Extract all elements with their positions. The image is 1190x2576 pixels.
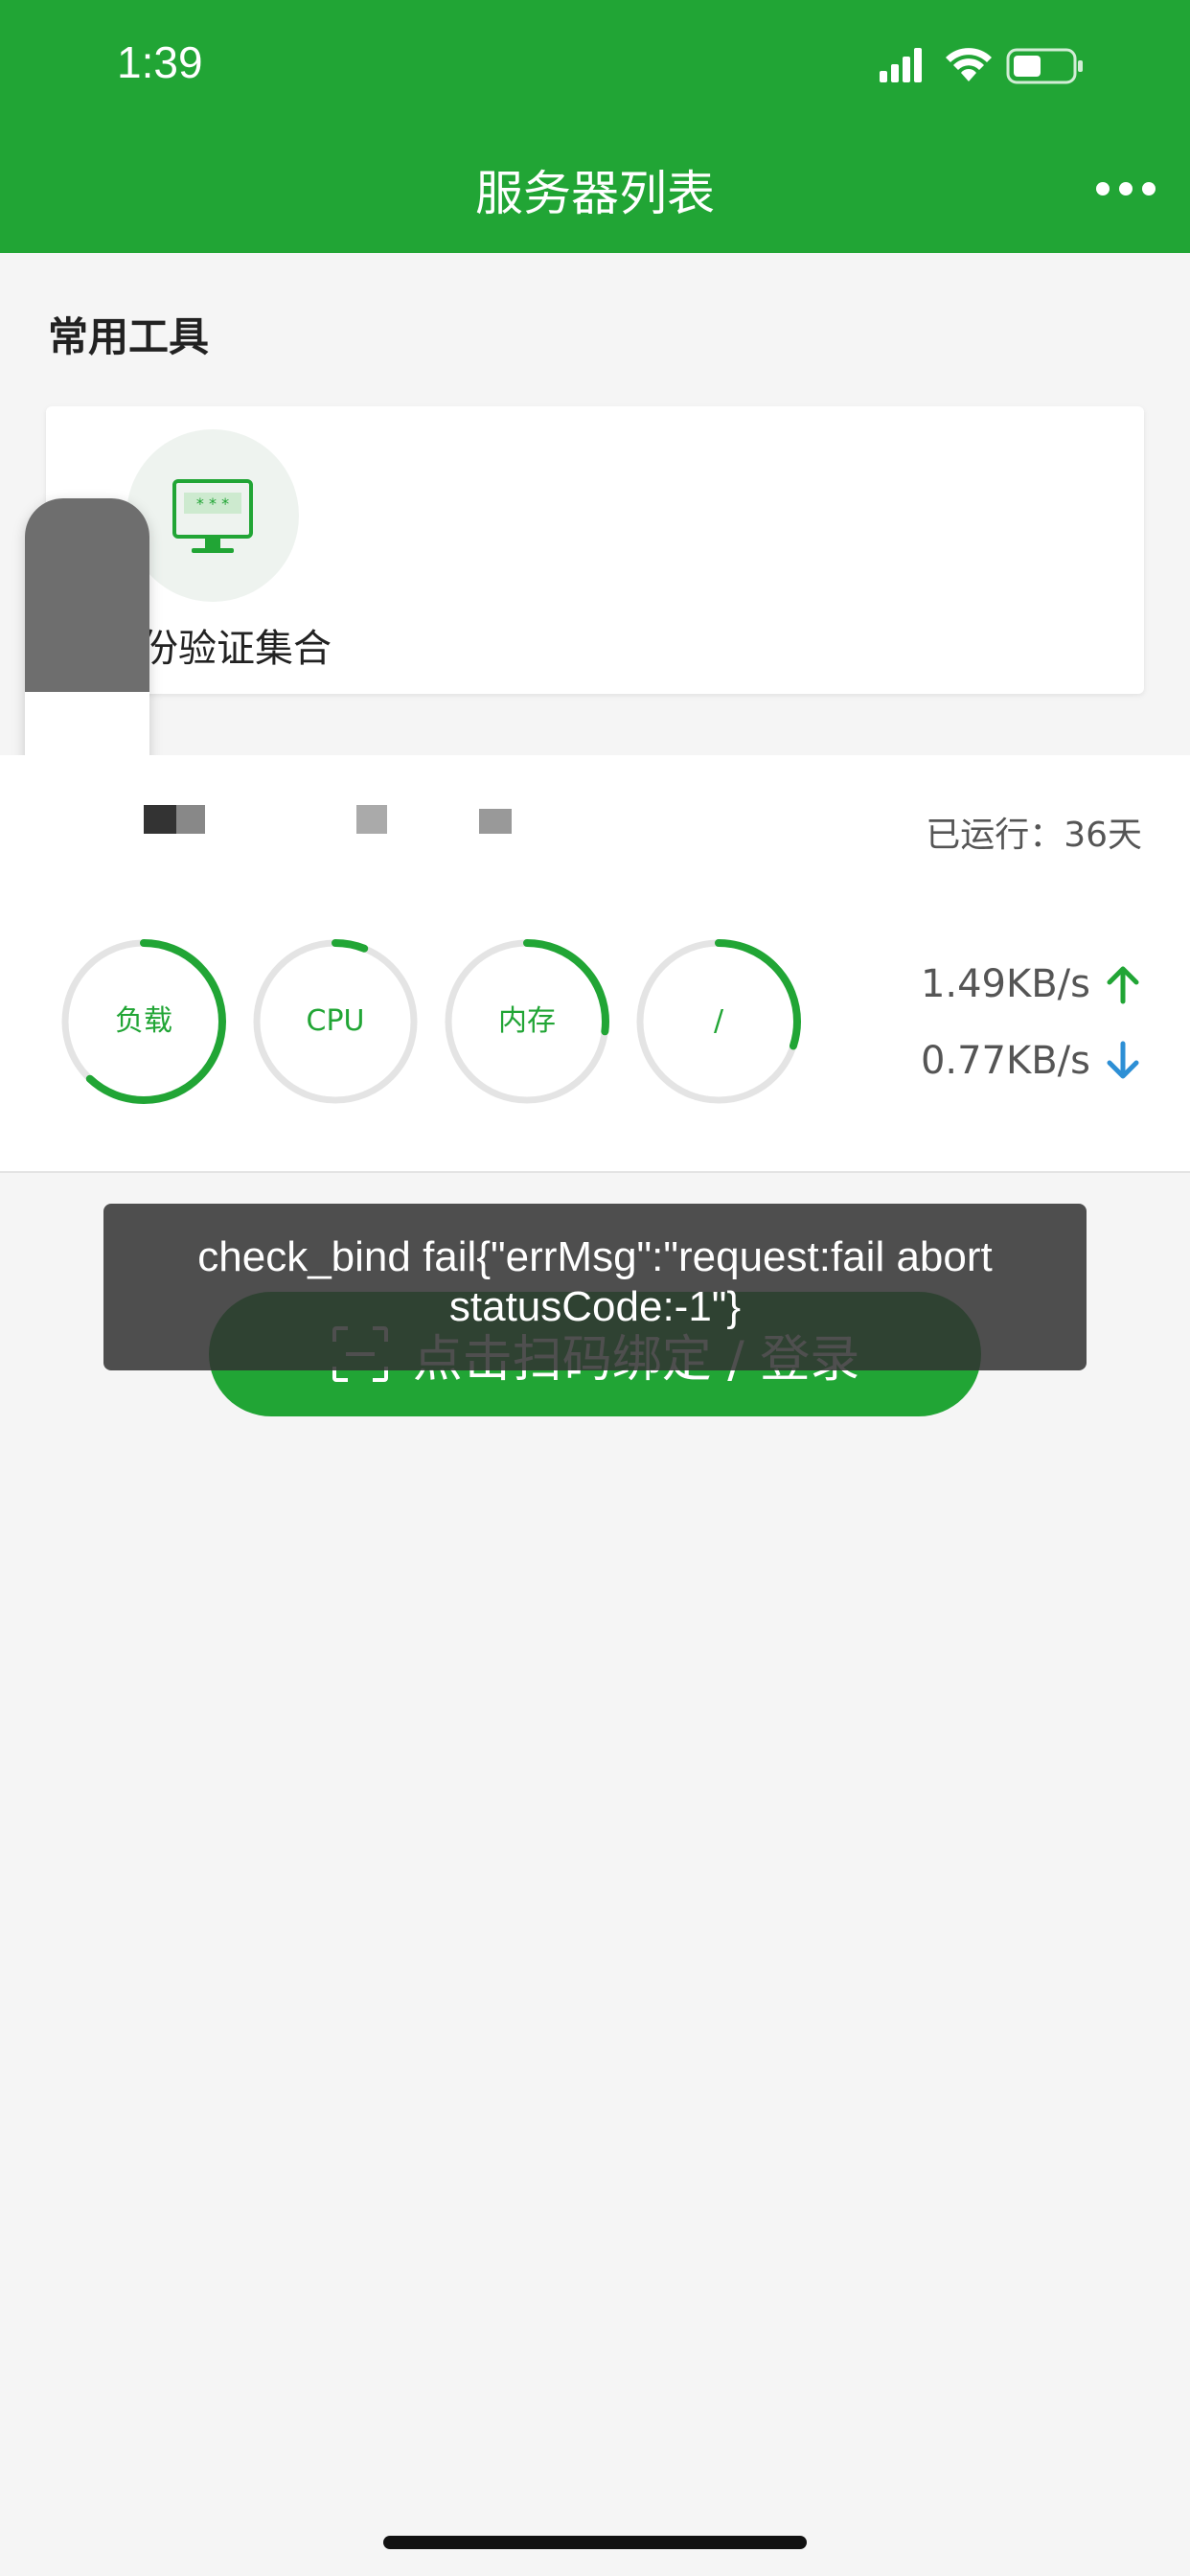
redacted-server-name [176,805,205,834]
gauge-memory-label: 内存 [498,1004,556,1038]
status-time: 1:39 [117,37,203,87]
tool-icon-badge: * * * [126,429,299,602]
page-title: 服务器列表 [475,166,715,221]
arrow-down-icon [1107,1041,1139,1079]
status-icons [880,48,1083,84]
redacted-server-name [144,805,176,834]
server-card[interactable]: 已运行：36天 负载 CPU 内存 / 1.49KB/s 0.77KB/s [0,755,1190,1173]
upload-speed-row: 1.49KB/s [921,962,1142,1006]
gauge-disk-label: / [713,1004,724,1038]
download-speed-row: 0.77KB/s [921,1039,1142,1083]
upload-speed: 1.49KB/s [920,962,1090,1006]
uptime-text: 已运行：36天 [926,816,1142,855]
more-dot-icon [1142,182,1156,196]
error-toast: check_bind fail{"errMsg":"request:fail a… [103,1204,1087,1370]
wifi-icon [946,48,992,81]
gauge-disk: / [634,937,803,1106]
gauge-memory: 内存 [443,937,611,1106]
monitor-password-icon: * * * [172,479,253,553]
nav-header: 1:39 服务器列表 [0,0,1190,253]
redacted-server-name [356,805,387,834]
section-title-tools: 常用工具 [48,313,210,360]
home-indicator[interactable] [383,2536,807,2549]
app-screen: 1:39 服务器列表 常用工具 * * * 份验证集合 已运行：36天 负载 C… [0,0,1190,2576]
gauge-load-label: 负载 [115,1004,172,1038]
tool-label: 份验证集合 [140,627,332,671]
more-dot-icon [1096,182,1110,196]
battery-icon [1006,48,1083,84]
volume-level-fill [25,498,149,692]
svg-text:* * *: * * * [196,494,229,513]
more-dot-icon [1119,182,1133,196]
gauge-cpu: CPU [251,937,420,1106]
cellular-signal-icon [880,48,922,82]
redacted-server-name [479,809,512,834]
arrow-up-icon [1107,966,1139,1004]
download-speed: 0.77KB/s [920,1039,1090,1083]
error-toast-message: check_bind fail{"errMsg":"request:fail a… [197,1233,993,1330]
more-menu-button[interactable] [1090,178,1157,201]
gauge-cpu-label: CPU [306,1004,365,1038]
gauge-load: 负载 [59,937,228,1106]
tool-card[interactable]: * * * 份验证集合 [46,406,1144,694]
